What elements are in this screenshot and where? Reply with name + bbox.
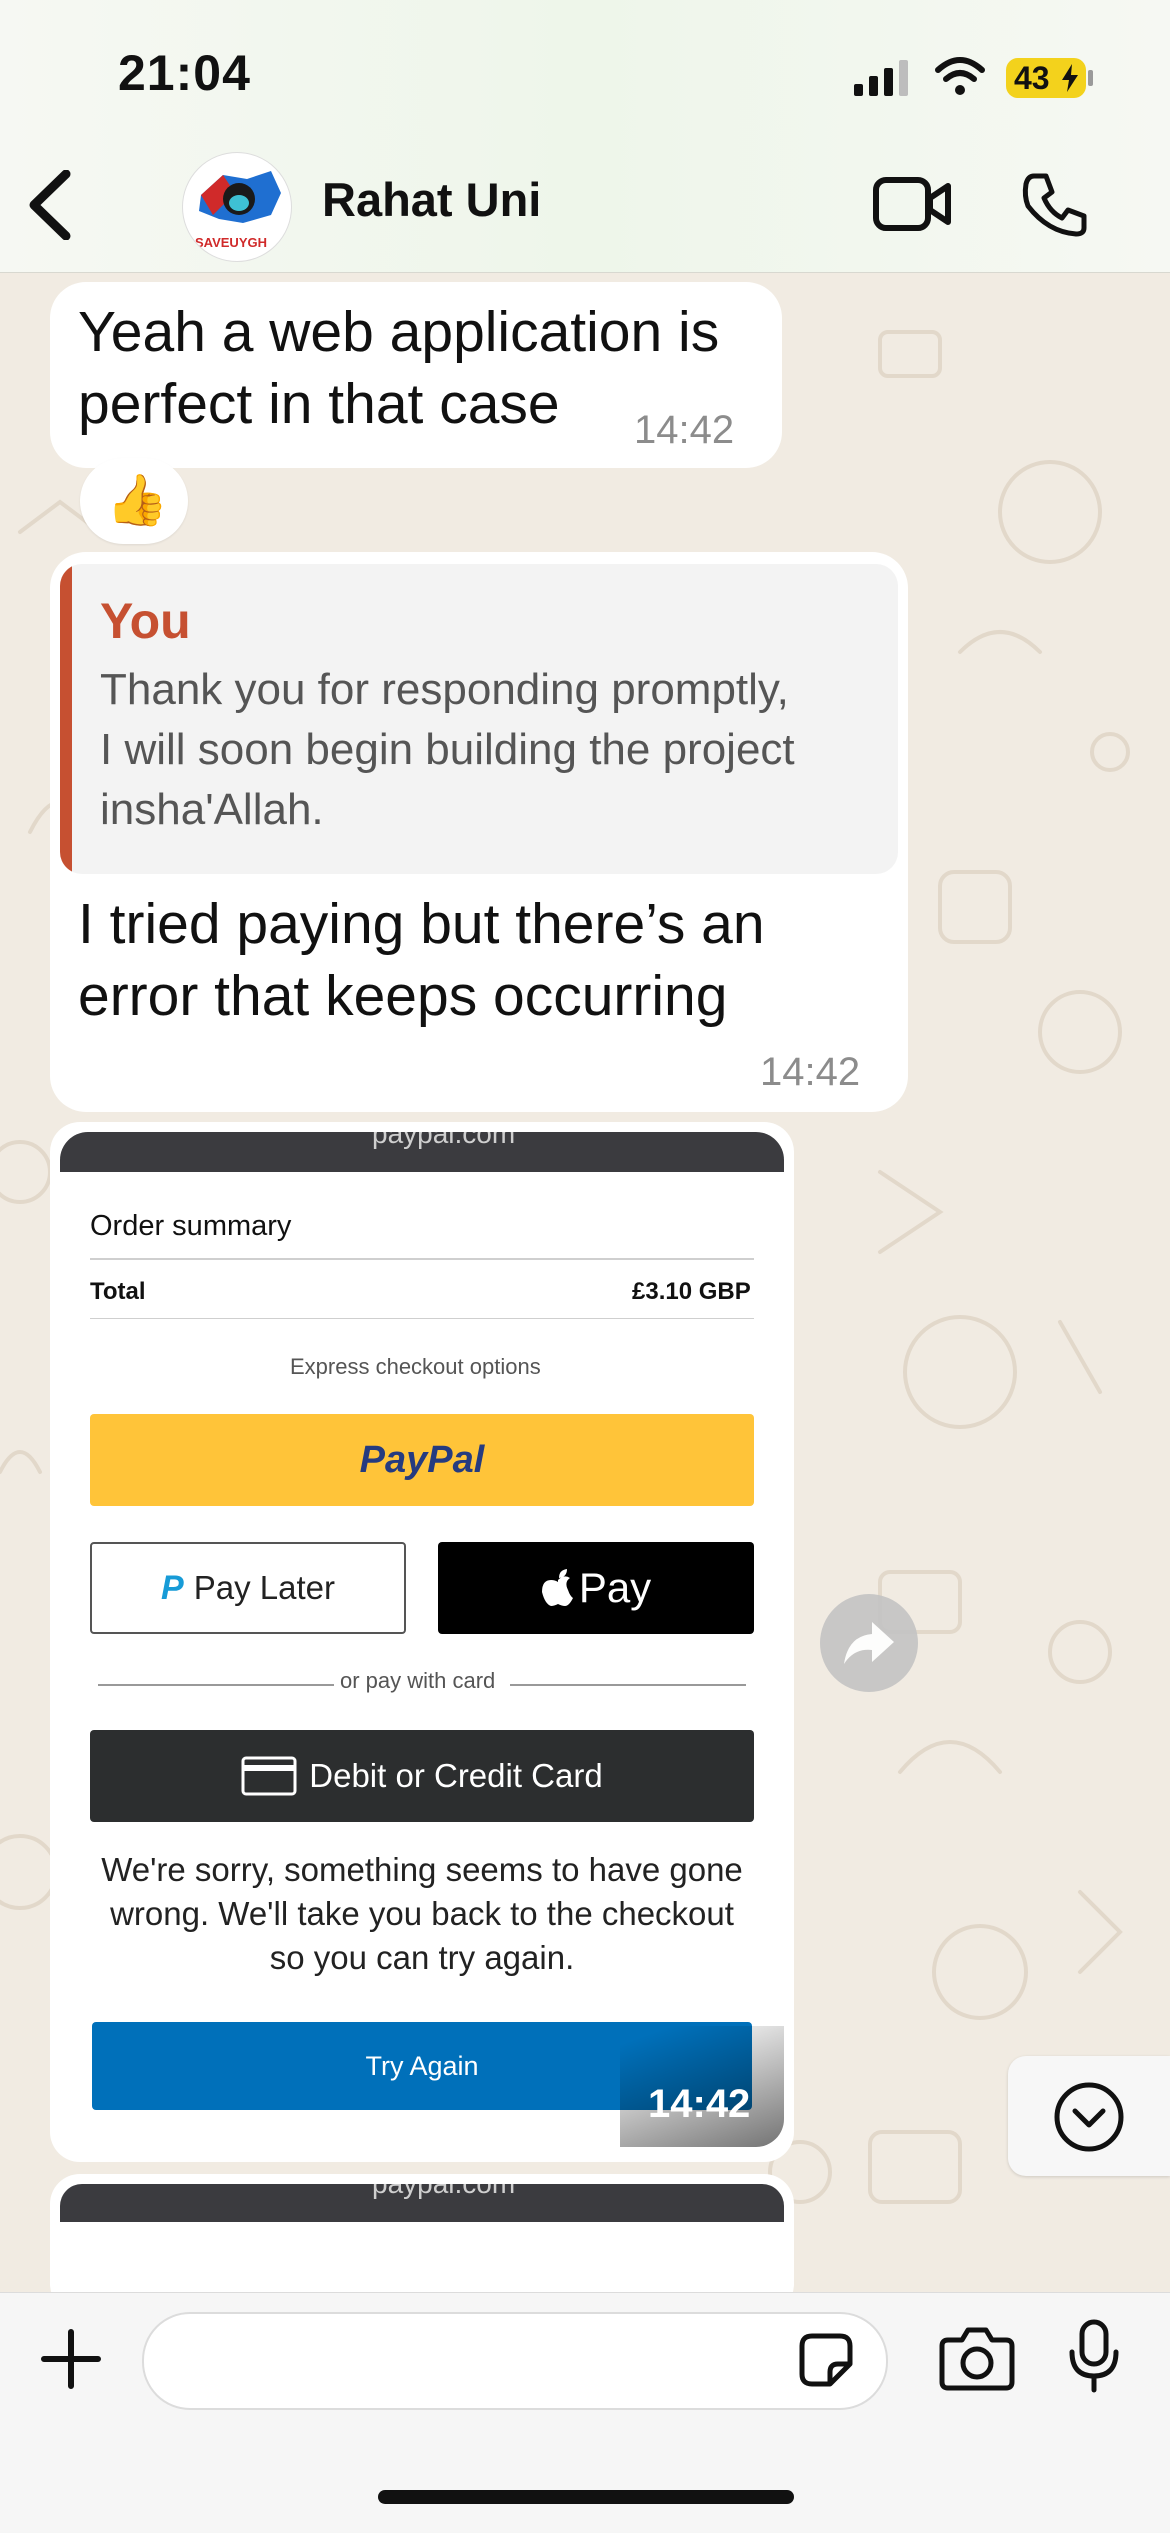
divider bbox=[98, 1684, 334, 1686]
phone-call-icon[interactable] bbox=[1020, 170, 1090, 245]
paypal-p-icon: P bbox=[161, 1568, 184, 1607]
message-timestamp: 14:42 bbox=[760, 1050, 861, 1094]
battery-level: 43 bbox=[1014, 60, 1050, 96]
video-call-icon[interactable] bbox=[872, 172, 952, 241]
paypal-button[interactable]: PayPal bbox=[90, 1414, 754, 1506]
reaction-badge[interactable]: 👍 bbox=[80, 458, 188, 544]
chat-header bbox=[0, 150, 1170, 273]
apple-pay-button[interactable]: Pay bbox=[438, 1542, 754, 1634]
quote-accent-bar bbox=[60, 564, 72, 874]
microphone-icon[interactable] bbox=[1066, 2318, 1122, 2399]
browser-url-bar: paypal.com bbox=[60, 1132, 784, 1172]
apple-pay-label: Pay bbox=[578, 1564, 652, 1611]
browser-url-bar: paypal.com bbox=[60, 2184, 784, 2222]
error-text-line: wrong. We'll take you back to the checko… bbox=[110, 1895, 734, 1932]
contact-name[interactable]: Rahat Uni bbox=[322, 172, 541, 227]
apple-icon bbox=[541, 1569, 573, 1606]
quoted-message[interactable]: You Thank you for responding promptly, I… bbox=[60, 564, 898, 874]
avatar[interactable]: SAVEUYGH bbox=[182, 152, 292, 262]
forward-button[interactable] bbox=[820, 1594, 918, 1692]
back-chevron-icon[interactable] bbox=[22, 169, 76, 245]
debit-credit-card-button[interactable]: Debit or Credit Card bbox=[90, 1730, 754, 1822]
url-text: paypal.com bbox=[372, 1132, 516, 1149]
message-input[interactable] bbox=[142, 2312, 888, 2410]
message-timestamp: 14:42 bbox=[648, 2082, 751, 2126]
url-text: paypal.com bbox=[372, 2184, 515, 2200]
divider bbox=[90, 1318, 754, 1319]
message-text-line: perfect in that case bbox=[78, 372, 560, 436]
quote-text-line: insha'Allah. bbox=[100, 785, 324, 834]
quote-author: You bbox=[100, 593, 191, 649]
scroll-to-bottom-button[interactable] bbox=[1008, 2056, 1170, 2176]
cellular-signal-icon bbox=[852, 60, 912, 103]
status-time: 21:04 bbox=[118, 45, 251, 101]
message-timestamp: 14:42 bbox=[634, 408, 735, 452]
error-message: We're sorry, something seems to have gon… bbox=[60, 1848, 784, 1980]
home-indicator bbox=[378, 2490, 794, 2504]
try-again-label: Try Again bbox=[365, 2050, 479, 2081]
error-text-line: so you can try again. bbox=[269, 1939, 575, 1976]
quote-text-line: I will soon begin building the project bbox=[100, 725, 795, 774]
express-checkout-label: Express checkout options bbox=[290, 1354, 541, 1379]
plus-icon[interactable] bbox=[38, 2326, 104, 2397]
quote-text-line: Thank you for responding promptly, bbox=[100, 665, 789, 714]
forward-arrow-icon bbox=[844, 1622, 894, 1664]
card-button-label: Debit or Credit Card bbox=[309, 1757, 603, 1794]
total-value: £3.10 GBP bbox=[632, 1278, 751, 1305]
attached-screenshot[interactable]: paypal.com Order summary Total £3.10 GBP… bbox=[60, 1132, 784, 2147]
message-text-line: Yeah a web application is bbox=[78, 300, 720, 364]
pay-later-label: Pay Later bbox=[193, 1569, 335, 1606]
avatar-text: SAVEUYGH bbox=[195, 235, 267, 250]
camera-icon[interactable] bbox=[938, 2322, 1016, 2397]
or-pay-with-card-label: or pay with card bbox=[340, 1668, 496, 1693]
battery-tip bbox=[1088, 70, 1093, 86]
message-text-line: I tried paying but there’s an bbox=[78, 892, 765, 956]
credit-card-icon bbox=[241, 1756, 297, 1796]
total-label: Total bbox=[90, 1278, 146, 1305]
sticker-icon[interactable] bbox=[796, 2330, 856, 2395]
paypal-logo-text: PayPal bbox=[359, 1438, 485, 1481]
order-summary-title: Order summary bbox=[90, 1210, 292, 1242]
pay-later-button[interactable]: P Pay Later bbox=[90, 1542, 406, 1634]
thumbs-up-icon: 👍 bbox=[106, 472, 169, 528]
error-text-line: We're sorry, something seems to have gon… bbox=[101, 1851, 743, 1888]
wifi-icon bbox=[934, 56, 986, 101]
chevron-down-circle-icon bbox=[1054, 2082, 1124, 2152]
divider bbox=[90, 1258, 754, 1260]
divider bbox=[510, 1684, 746, 1686]
battery-charging-icon: 43 bbox=[1006, 58, 1086, 98]
message-text-line: error that keeps occurring bbox=[78, 964, 728, 1028]
